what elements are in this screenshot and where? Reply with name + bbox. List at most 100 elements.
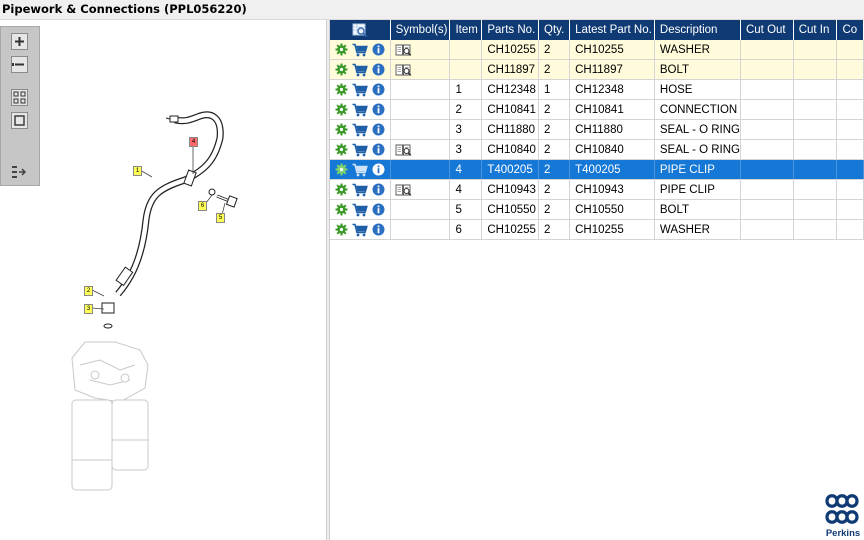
callout-2[interactable]: 2 — [84, 286, 93, 296]
table-row[interactable]: 2 CH10841 2 CH10841 CONNECTION — [330, 99, 864, 120]
catalog-book-icon[interactable] — [395, 183, 412, 196]
cart-icon[interactable] — [352, 163, 368, 177]
gear-icon[interactable] — [335, 143, 348, 156]
info-icon[interactable] — [372, 203, 385, 216]
gear-icon[interactable] — [335, 203, 348, 216]
info-icon[interactable] — [372, 223, 385, 236]
table-row[interactable]: 3 CH10840 2 CH10840 SEAL - O RING — [330, 139, 864, 160]
co-cell — [836, 79, 864, 100]
gear-icon[interactable] — [335, 43, 348, 56]
cut-out-cell — [740, 139, 794, 160]
column-parts-no[interactable]: Parts No. — [481, 20, 540, 40]
description-cell: WASHER — [654, 40, 741, 60]
table-row[interactable]: 6 CH10255 2 CH10255 WASHER — [330, 219, 864, 240]
cut-out-cell — [740, 99, 794, 120]
cart-icon[interactable] — [352, 143, 368, 157]
column-item[interactable]: Item — [449, 20, 483, 40]
qty-cell: 2 — [538, 199, 571, 220]
connector-drawing — [101, 302, 115, 329]
info-icon[interactable] — [372, 63, 385, 76]
table-row[interactable]: 4 T400205 2 T400205 PIPE CLIP — [330, 159, 864, 180]
latest-part-no-cell: CH10841 — [569, 99, 655, 120]
catalog-book-icon[interactable] — [395, 143, 412, 156]
gear-icon[interactable] — [335, 163, 348, 176]
co-cell — [836, 179, 864, 200]
column-symbols[interactable]: Symbol(s) — [390, 20, 451, 40]
item-cell: 4 — [449, 159, 483, 180]
cart-icon[interactable] — [352, 203, 368, 217]
parts-no-cell: CH10943 — [481, 179, 540, 200]
gear-icon[interactable] — [335, 123, 348, 136]
cart-icon[interactable] — [352, 83, 368, 97]
column-cut-in[interactable]: Cut In — [793, 20, 838, 40]
gear-icon[interactable] — [335, 183, 348, 196]
table-row[interactable]: 5 CH10550 2 CH10550 BOLT — [330, 199, 864, 220]
exploded-diagram — [71, 111, 238, 491]
info-icon[interactable] — [372, 103, 385, 116]
row-actions-cell — [330, 219, 391, 240]
cut-in-cell — [793, 99, 838, 120]
table-row[interactable]: 3 CH11880 2 CH11880 SEAL - O RING — [330, 119, 864, 140]
info-icon[interactable] — [372, 43, 385, 56]
latest-part-no-cell: CH12348 — [569, 79, 655, 100]
symbol-cell — [390, 159, 451, 180]
catalog-book-icon[interactable] — [395, 63, 412, 76]
table-row[interactable]: CH10255 2 CH10255 WASHER — [330, 40, 864, 60]
cart-icon[interactable] — [352, 223, 368, 237]
perkins-logo: Perkins — [822, 491, 864, 540]
qty-cell: 2 — [538, 139, 571, 160]
cart-icon[interactable] — [352, 183, 368, 197]
column-latest-part-no[interactable]: Latest Part No. — [569, 20, 655, 40]
row-actions-cell — [330, 79, 391, 100]
co-cell — [836, 139, 864, 160]
gear-icon[interactable] — [335, 223, 348, 236]
cut-in-cell — [793, 79, 838, 100]
symbol-cell — [390, 139, 451, 160]
qty-cell: 2 — [538, 179, 571, 200]
diagram-pane[interactable]: 1 2 3 4 5 6 — [0, 20, 326, 540]
callout-6[interactable]: 6 — [198, 201, 207, 211]
info-icon[interactable] — [372, 143, 385, 156]
row-actions-cell — [330, 119, 391, 140]
column-qty[interactable]: Qty. — [538, 20, 571, 40]
latest-part-no-cell: CH10550 — [569, 199, 655, 220]
symbol-cell — [390, 99, 451, 120]
gear-icon[interactable] — [335, 103, 348, 116]
info-icon[interactable] — [372, 183, 385, 196]
column-cut-out[interactable]: Cut Out — [740, 20, 794, 40]
cart-icon[interactable] — [352, 103, 368, 117]
co-cell — [836, 59, 864, 80]
parts-no-cell: CH11897 — [481, 59, 540, 80]
cart-icon[interactable] — [352, 43, 368, 57]
item-cell — [449, 40, 483, 60]
gear-icon[interactable] — [335, 63, 348, 76]
callout-3[interactable]: 3 — [84, 304, 93, 314]
gear-icon[interactable] — [335, 83, 348, 96]
symbol-cell — [390, 59, 451, 80]
column-co[interactable]: Co — [836, 20, 864, 40]
item-cell — [449, 59, 483, 80]
cut-out-cell — [740, 119, 794, 140]
table-row[interactable]: CH11897 2 CH11897 BOLT — [330, 59, 864, 80]
cart-icon[interactable] — [352, 123, 368, 137]
table-row[interactable]: 1 CH12348 1 CH12348 HOSE — [330, 79, 864, 100]
co-cell — [836, 219, 864, 240]
info-icon[interactable] — [372, 123, 385, 136]
callout-1[interactable]: 1 — [133, 166, 142, 176]
item-cell: 3 — [449, 139, 483, 160]
table-row[interactable]: 4 CH10943 2 CH10943 PIPE CLIP — [330, 179, 864, 200]
qty-cell: 2 — [538, 59, 571, 80]
cut-out-cell — [740, 219, 794, 240]
callout-4[interactable]: 4 — [189, 137, 198, 147]
description-cell: BOLT — [654, 199, 741, 220]
cut-in-cell — [793, 199, 838, 220]
cart-icon[interactable] — [352, 63, 368, 77]
parts-no-cell: CH10841 — [481, 99, 540, 120]
catalog-book-icon[interactable] — [395, 43, 412, 56]
header-search-cell[interactable] — [330, 20, 391, 40]
callout-5[interactable]: 5 — [216, 213, 225, 223]
symbol-cell — [390, 199, 451, 220]
info-icon[interactable] — [372, 83, 385, 96]
info-icon[interactable] — [372, 163, 385, 176]
column-description[interactable]: Description — [654, 20, 741, 40]
